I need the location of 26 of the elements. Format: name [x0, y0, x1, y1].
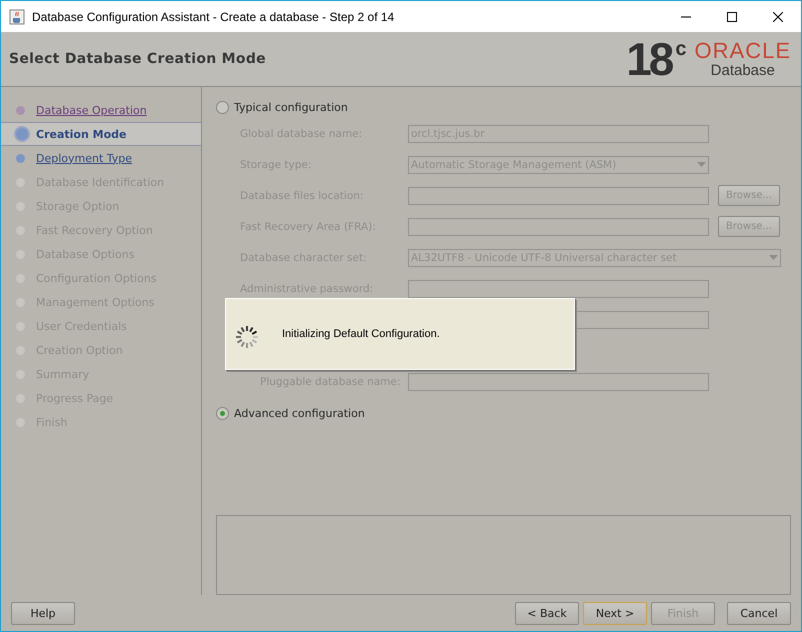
help-button[interactable]: Help: [11, 602, 75, 624]
radio-label: Typical configuration: [234, 100, 348, 114]
page-title: Select Database Creation Mode: [9, 51, 267, 67]
step-item[interactable]: Deployment Type: [1, 146, 201, 170]
step-dot-icon: [14, 126, 30, 142]
close-icon: [773, 12, 783, 22]
step-dot-icon: [16, 154, 25, 162]
dropdown-arrow-icon: [697, 162, 706, 167]
wizard-button[interactable]: Next >: [583, 602, 647, 624]
wizard-button[interactable]: < Back: [515, 602, 579, 624]
radio-label: Advanced configuration: [234, 406, 365, 420]
java-cup-icon: [9, 8, 25, 24]
window-title: Database Configuration Assistant - Create a database - Step 2 of 14: [32, 10, 396, 24]
logo-version-suffix: c: [675, 38, 687, 61]
progress-message: Initializing Default Configuration.: [282, 328, 440, 340]
step-dot-icon: [16, 106, 25, 114]
step-item[interactable]: Creation Mode: [1, 122, 201, 146]
logo-version: 18: [626, 36, 672, 82]
logo-brand: ORACLE: [694, 40, 791, 62]
maximize-icon: [727, 12, 737, 22]
loading-spinner-icon: [234, 324, 260, 350]
dropdown-arrow-icon: [769, 255, 778, 260]
logo-product: Database: [710, 62, 775, 78]
radio-button[interactable]: [216, 406, 229, 420]
wizard-button[interactable]: Cancel: [727, 602, 791, 624]
step-item[interactable]: Database Operation: [1, 98, 201, 122]
